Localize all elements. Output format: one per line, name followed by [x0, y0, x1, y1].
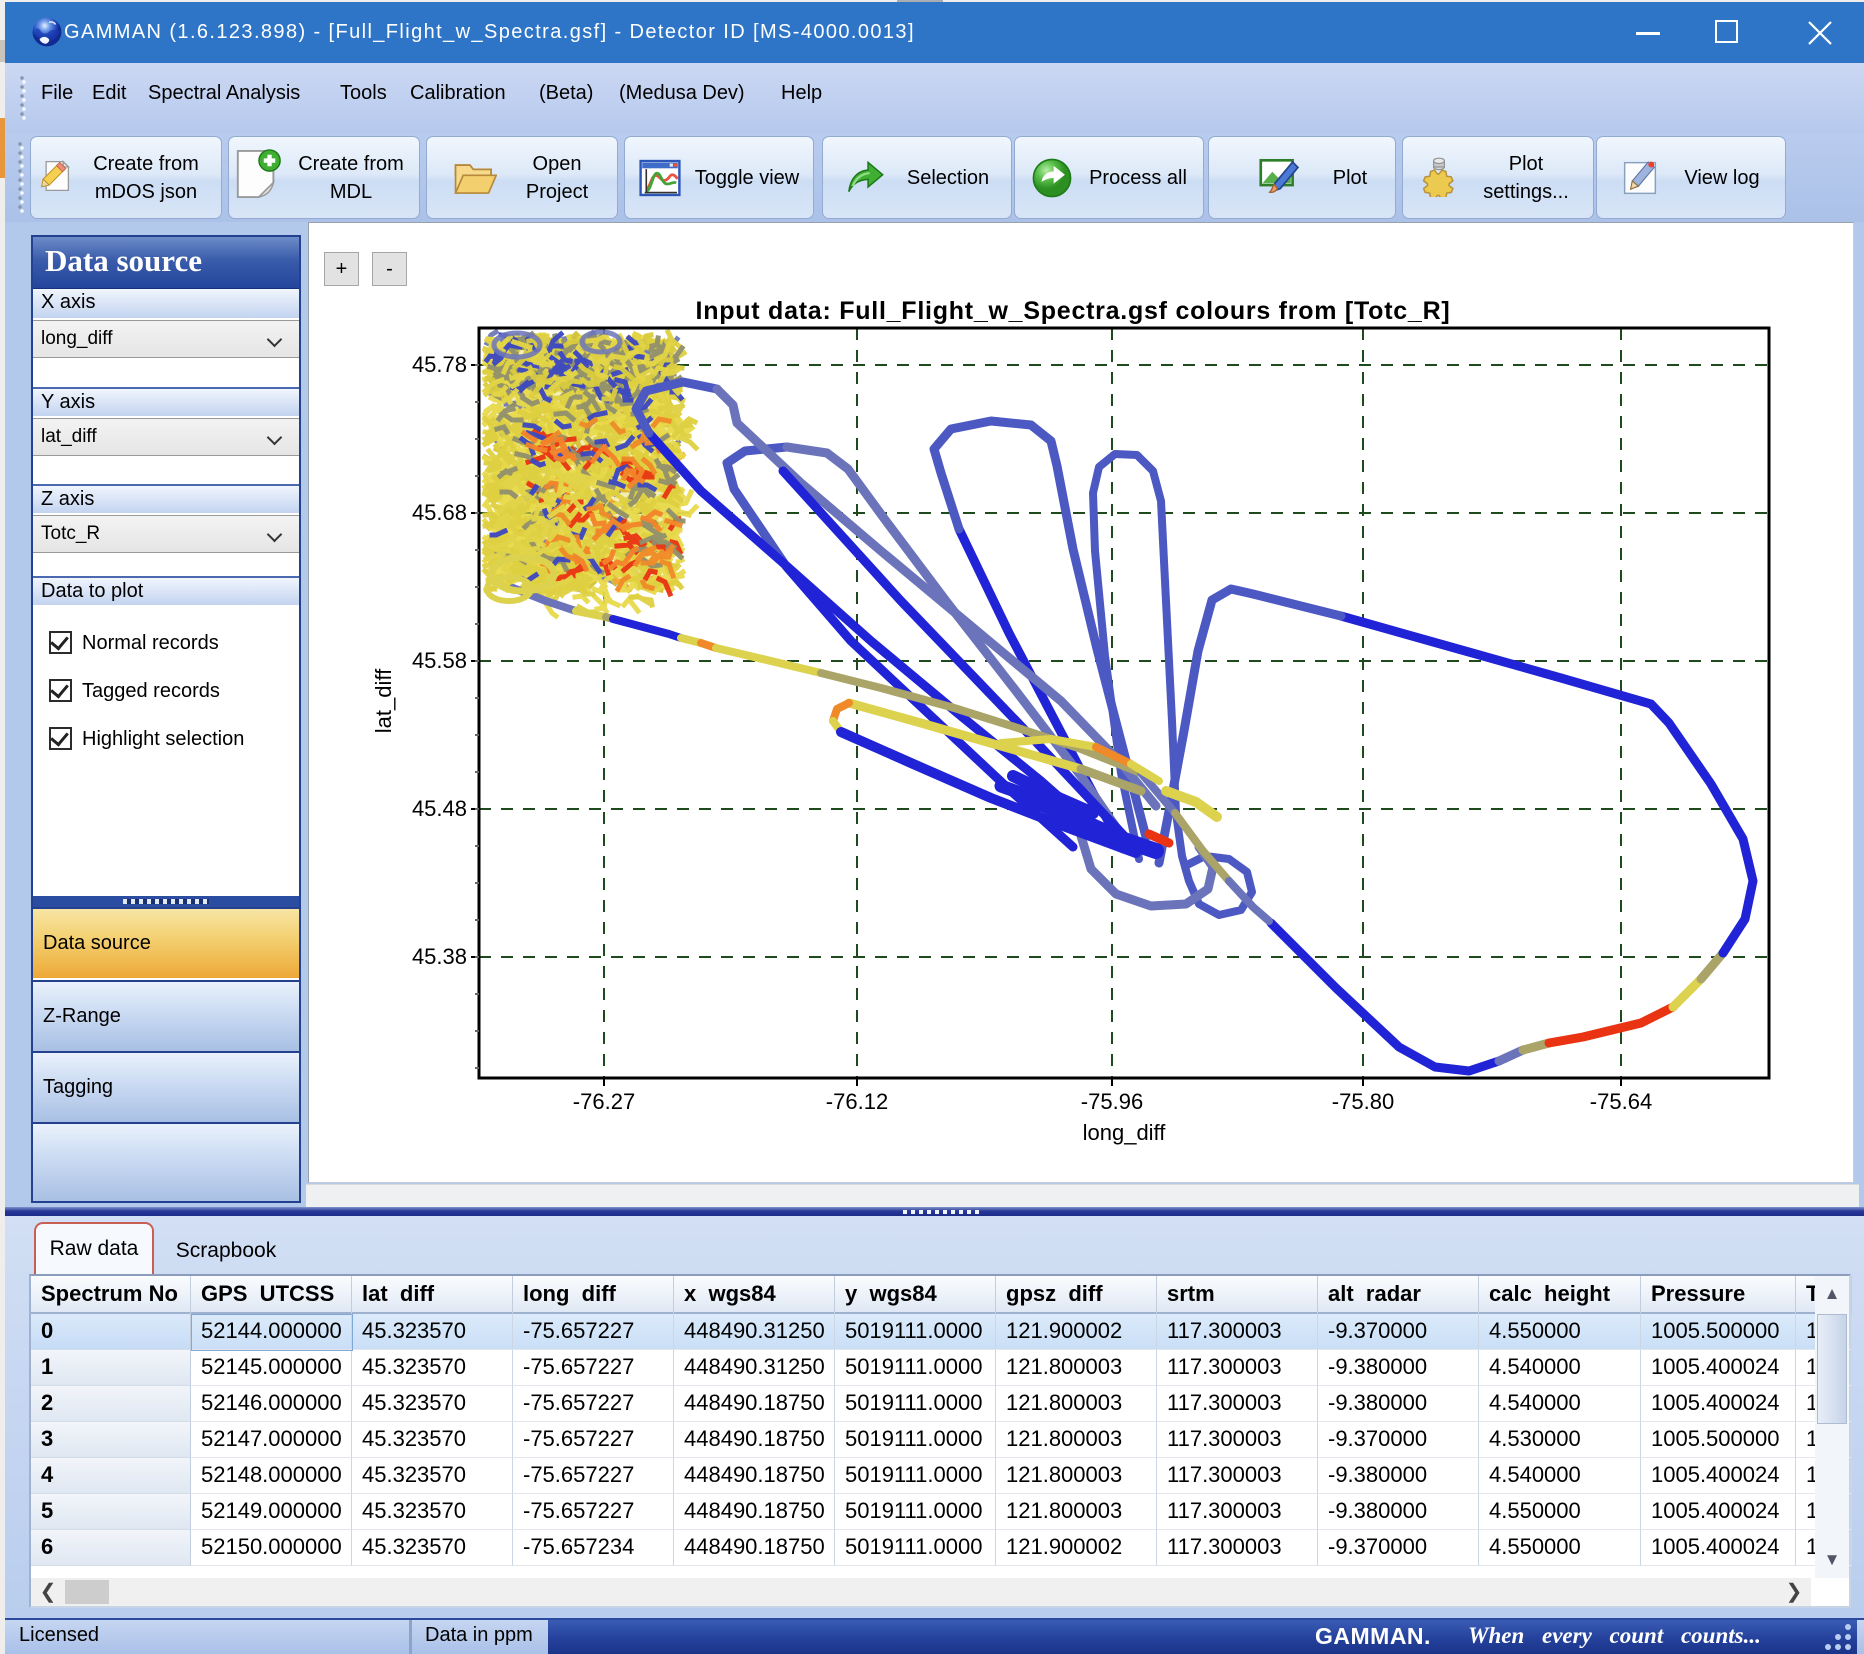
svg-text:lat_diff: lat_diff: [371, 668, 396, 733]
svg-text:45.48: 45.48: [412, 796, 467, 821]
svg-text:long_diff: long_diff: [1083, 1120, 1167, 1145]
svg-text:45.38: 45.38: [412, 944, 467, 969]
svg-text:-75.64: -75.64: [1590, 1089, 1652, 1114]
svg-text:45.58: 45.58: [412, 648, 467, 673]
svg-text:-75.96: -75.96: [1081, 1089, 1143, 1114]
svg-text:-76.27: -76.27: [573, 1089, 635, 1114]
svg-text:45.78: 45.78: [412, 352, 467, 377]
svg-text:45.68: 45.68: [412, 500, 467, 525]
svg-text:-75.80: -75.80: [1332, 1089, 1394, 1114]
svg-text:Input data: Full_Flight_w_Spec: Input data: Full_Flight_w_Spectra.gsf co…: [696, 297, 1451, 325]
svg-text:-76.12: -76.12: [826, 1089, 888, 1114]
